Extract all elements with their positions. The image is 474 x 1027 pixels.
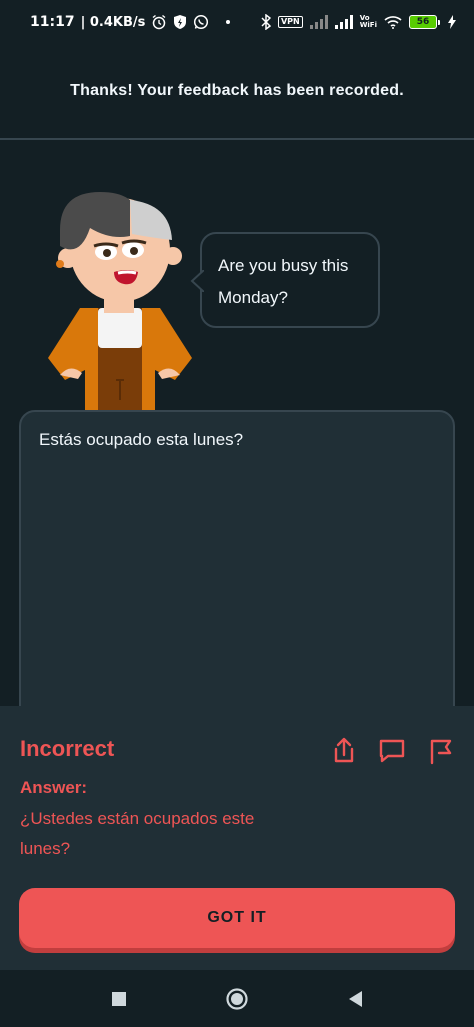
result-panel: Incorrect Answer: ¿Ustedes están ocupado… [0,706,474,970]
got-it-button[interactable]: GOT IT [19,888,455,948]
speech-bubble: Are you busy this Monday? [190,232,380,328]
character-illustration [40,180,200,412]
back-icon[interactable] [335,979,375,1019]
signal-icon [334,15,353,29]
status-bar: 11:17 | 0.4KB/s VPN Vo WiFi 56 [0,0,474,44]
network-speed: | 0.4KB/s [80,14,146,30]
status-left: 11:17 | 0.4KB/s [30,14,261,30]
wifi-icon [384,15,402,29]
feedback-banner: Thanks! Your feedback has been recorded. [0,44,474,140]
status-time: 11:17 [30,14,75,30]
signal-icon [309,15,328,29]
charging-icon [448,15,456,29]
battery-icon: 56 [409,15,440,29]
vowifi-icon: Vo WiFi [359,14,377,29]
prompt-sentence: Are you busy this Monday? [218,256,349,307]
vpn-icon: VPN [277,16,303,28]
answer-value: Estás ocupado esta lunes? [39,430,244,449]
comment-icon[interactable] [378,736,406,766]
answer-textarea[interactable]: Estás ocupado esta lunes? [19,410,455,740]
shield-bolt-icon [173,14,187,30]
share-icon[interactable] [330,736,358,766]
system-nav-bar [0,970,474,1027]
result-actions [330,736,454,766]
report-flag-icon[interactable] [426,736,454,766]
answer-label: Answer: [20,778,88,797]
result-title: Incorrect [20,736,115,761]
home-icon[interactable] [217,979,257,1019]
status-right: VPN Vo WiFi 56 [261,14,456,30]
got-it-label: GOT IT [207,909,267,926]
bluetooth-icon [261,14,271,30]
whatsapp-icon [193,14,209,30]
dot-icon [225,19,231,25]
correct-answer: ¿Ustedes están ocupados este lunes? [20,809,255,858]
recent-apps-icon[interactable] [99,979,139,1019]
feedback-message: Thanks! Your feedback has been recorded. [70,82,404,99]
alarm-icon [151,14,167,30]
